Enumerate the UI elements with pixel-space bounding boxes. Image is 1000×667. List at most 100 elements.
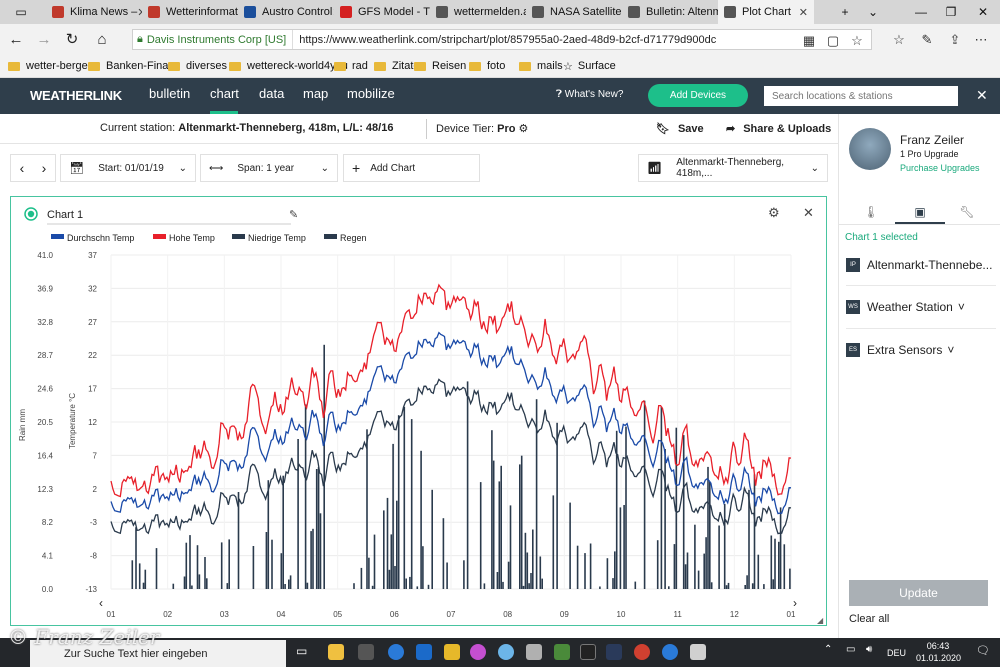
- store-icon[interactable]: [358, 644, 374, 660]
- chart-title[interactable]: Chart 1: [47, 209, 83, 221]
- edit-pencil-icon[interactable]: ✎: [289, 209, 298, 221]
- sidebar-item-weather-station[interactable]: WS Weather Station ˅: [846, 298, 965, 316]
- reading-view-icon[interactable]: ▦: [798, 30, 820, 51]
- tab-devices[interactable]: ▣: [895, 200, 945, 224]
- nav-map[interactable]: map: [303, 86, 328, 101]
- tab-close-icon[interactable]: ✕: [799, 6, 808, 19]
- browser-tab[interactable]: NASA Satelliten✕: [526, 0, 622, 24]
- close-window-icon[interactable]: ✕: [966, 0, 1000, 24]
- system-tray-icon[interactable]: ⌃: [824, 644, 840, 660]
- add-chart-button[interactable]: + Add Chart: [343, 154, 480, 182]
- pen-icon[interactable]: ✎: [916, 29, 938, 50]
- share-uploads-button[interactable]: ➦ Share & Uploads: [726, 122, 831, 135]
- favorites-hub-icon[interactable]: ☆: [888, 29, 910, 50]
- browser-tab[interactable]: Klima News – ✕: [46, 0, 142, 24]
- share-icon[interactable]: ⇪: [944, 29, 966, 50]
- favorite-item[interactable]: ☆ Surface: [563, 58, 616, 74]
- edge-icon[interactable]: [662, 644, 678, 660]
- home-icon[interactable]: ⌂: [88, 24, 116, 54]
- maximize-icon[interactable]: ❐: [934, 0, 968, 24]
- browser-tab[interactable]: Wetterinformat✕: [142, 0, 238, 24]
- more-icon[interactable]: ⋯: [970, 29, 992, 50]
- sidebar-item-extra-sensors[interactable]: ES Extra Sensors ˅: [846, 341, 954, 359]
- url-bar[interactable]: 🔒︎ Davis Instruments Corp [US] https://ww…: [132, 29, 872, 50]
- browser-tab[interactable]: Bulletin: Altenm✕: [622, 0, 718, 24]
- scroll-left-icon[interactable]: ‹: [99, 596, 103, 610]
- nav-data[interactable]: data: [259, 86, 284, 101]
- clear-all-link[interactable]: Clear all: [849, 613, 889, 625]
- edge-icon[interactable]: [388, 644, 404, 660]
- app-icon[interactable]: [580, 644, 596, 660]
- notifications-icon[interactable]: 🗨︎: [976, 644, 992, 660]
- purchase-upgrades-link[interactable]: Purchase Upgrades: [900, 163, 980, 173]
- start-date-select[interactable]: 📅︎ Start: 01/01/19 ⌄: [60, 154, 196, 182]
- photos-icon[interactable]: [690, 644, 706, 660]
- nav-chart[interactable]: chart: [210, 86, 239, 101]
- clock[interactable]: 06:43 01.01.2020: [916, 640, 961, 664]
- forward-icon[interactable]: →: [30, 24, 58, 54]
- chrome-icon[interactable]: [634, 644, 650, 660]
- span-select[interactable]: ⟷ Span: 1 year ⌄: [200, 154, 338, 182]
- app-icon[interactable]: [526, 644, 542, 660]
- weatherlink-logo[interactable]: WEATHERLINK: [30, 88, 122, 103]
- tab-tools[interactable]: 🔧︎: [942, 200, 992, 224]
- browser-tab[interactable]: GFS Model - Tro✕: [334, 0, 430, 24]
- network-icon[interactable]: ▭: [846, 644, 862, 660]
- tab-dropdown-icon[interactable]: ⌄: [856, 0, 890, 24]
- favorite-item[interactable]: Reisen: [414, 58, 466, 74]
- tab-preview-icon[interactable]: ▭: [4, 0, 38, 24]
- add-devices-button[interactable]: Add Devices: [648, 84, 748, 107]
- browser-tab[interactable]: Plot Chart ✕: [718, 0, 814, 24]
- avatar[interactable]: [849, 128, 891, 170]
- sticky-notes-icon[interactable]: [444, 644, 460, 660]
- favorite-label: wetter-berge: [26, 60, 88, 72]
- favorite-item[interactable]: Zitate: [374, 58, 420, 74]
- outlook-icon[interactable]: [416, 644, 432, 660]
- volume-icon[interactable]: 🔊︎: [866, 644, 882, 660]
- chart-close-icon[interactable]: ✕: [803, 205, 814, 220]
- station-select[interactable]: 📶︎ Altenmarkt-Thenneberg, 418m,... ⌄: [638, 154, 828, 182]
- nav-mobilize[interactable]: mobilize: [347, 86, 395, 101]
- refresh-icon[interactable]: ↻: [58, 24, 86, 54]
- app-icon[interactable]: [470, 644, 486, 660]
- security-label[interactable]: 🔒︎ Davis Instruments Corp [US]: [133, 30, 294, 49]
- browser-tab[interactable]: wettermelden.a✕: [430, 0, 526, 24]
- scroll-right-icon[interactable]: ›: [793, 596, 797, 610]
- user-plan: 1 Pro Upgrade: [900, 149, 959, 159]
- favorite-item[interactable]: rad: [334, 58, 368, 74]
- read-aloud-icon[interactable]: ▢: [822, 30, 844, 51]
- favorite-item[interactable]: wetter-berge: [8, 58, 88, 74]
- next-period-icon[interactable]: ›: [42, 160, 47, 176]
- close-icon[interactable]: ✕: [976, 87, 988, 104]
- browser-tab[interactable]: Austro Control✕: [238, 0, 334, 24]
- task-view-icon[interactable]: ▭: [296, 644, 312, 660]
- favorite-item[interactable]: wettereck-world4you: [229, 58, 348, 74]
- chart-settings-icon[interactable]: ⚙︎: [768, 205, 780, 220]
- favorite-item[interactable]: foto: [469, 58, 505, 74]
- back-icon[interactable]: ←: [2, 24, 30, 54]
- lightroom-icon[interactable]: [606, 644, 622, 660]
- save-button[interactable]: 🔖︎ Save: [656, 122, 704, 135]
- minimize-icon[interactable]: —: [904, 0, 938, 24]
- app-icon[interactable]: [554, 644, 570, 660]
- sidebar-item-station[interactable]: IP Altenmarkt-Thennebe...: [846, 256, 992, 274]
- favorite-star-icon[interactable]: ☆: [846, 30, 868, 51]
- file-explorer-icon[interactable]: [328, 644, 344, 660]
- favorite-item[interactable]: Banken-Finanz: [88, 58, 180, 74]
- app-icon[interactable]: [498, 644, 514, 660]
- rain-bar: [684, 564, 687, 589]
- url-text[interactable]: https://www.weatherlink.com/stripchart/p…: [293, 34, 716, 46]
- site-favicon-icon: [244, 6, 256, 18]
- update-button[interactable]: Update: [849, 580, 988, 606]
- favorite-item[interactable]: diverses: [168, 58, 227, 74]
- language-indicator[interactable]: DEU: [887, 648, 906, 658]
- search-input[interactable]: [764, 86, 958, 106]
- prev-period-icon[interactable]: ‹: [20, 160, 25, 176]
- nav-bulletin[interactable]: bulletin: [149, 86, 190, 101]
- favorite-item[interactable]: mails: [519, 58, 563, 74]
- browser-tab-label: NASA Satelliten: [550, 6, 622, 18]
- gear-icon[interactable]: ⚙︎: [519, 123, 529, 135]
- resize-handle-icon[interactable]: ◢: [817, 616, 824, 625]
- whats-new-link[interactable]: ❓︎ What's New?: [556, 89, 623, 100]
- tab-sensors[interactable]: 🌡︎: [846, 200, 896, 224]
